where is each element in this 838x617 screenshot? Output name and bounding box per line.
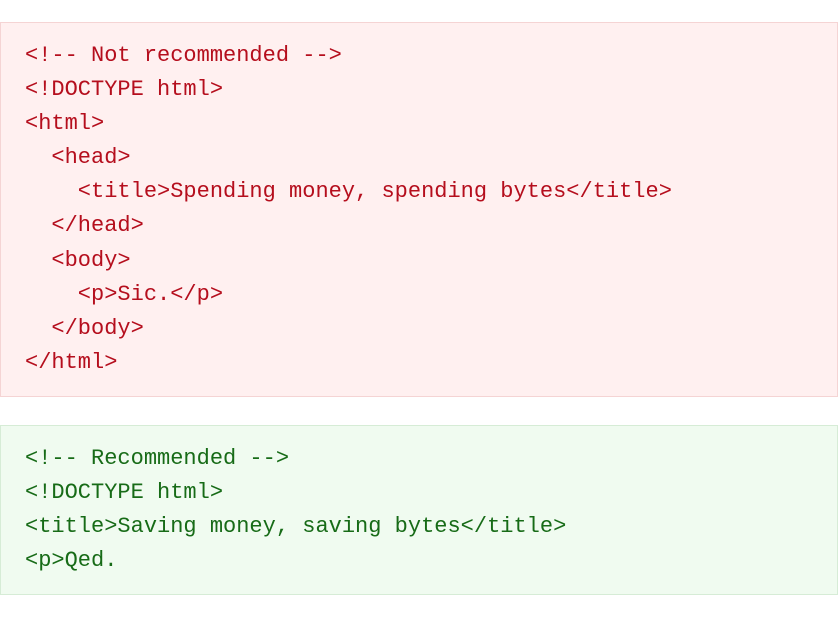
code-block-recommended: <!-- Recommended --> <!DOCTYPE html> <ti… <box>0 425 838 595</box>
code-block-not-recommended: <!-- Not recommended --> <!DOCTYPE html>… <box>0 22 838 397</box>
